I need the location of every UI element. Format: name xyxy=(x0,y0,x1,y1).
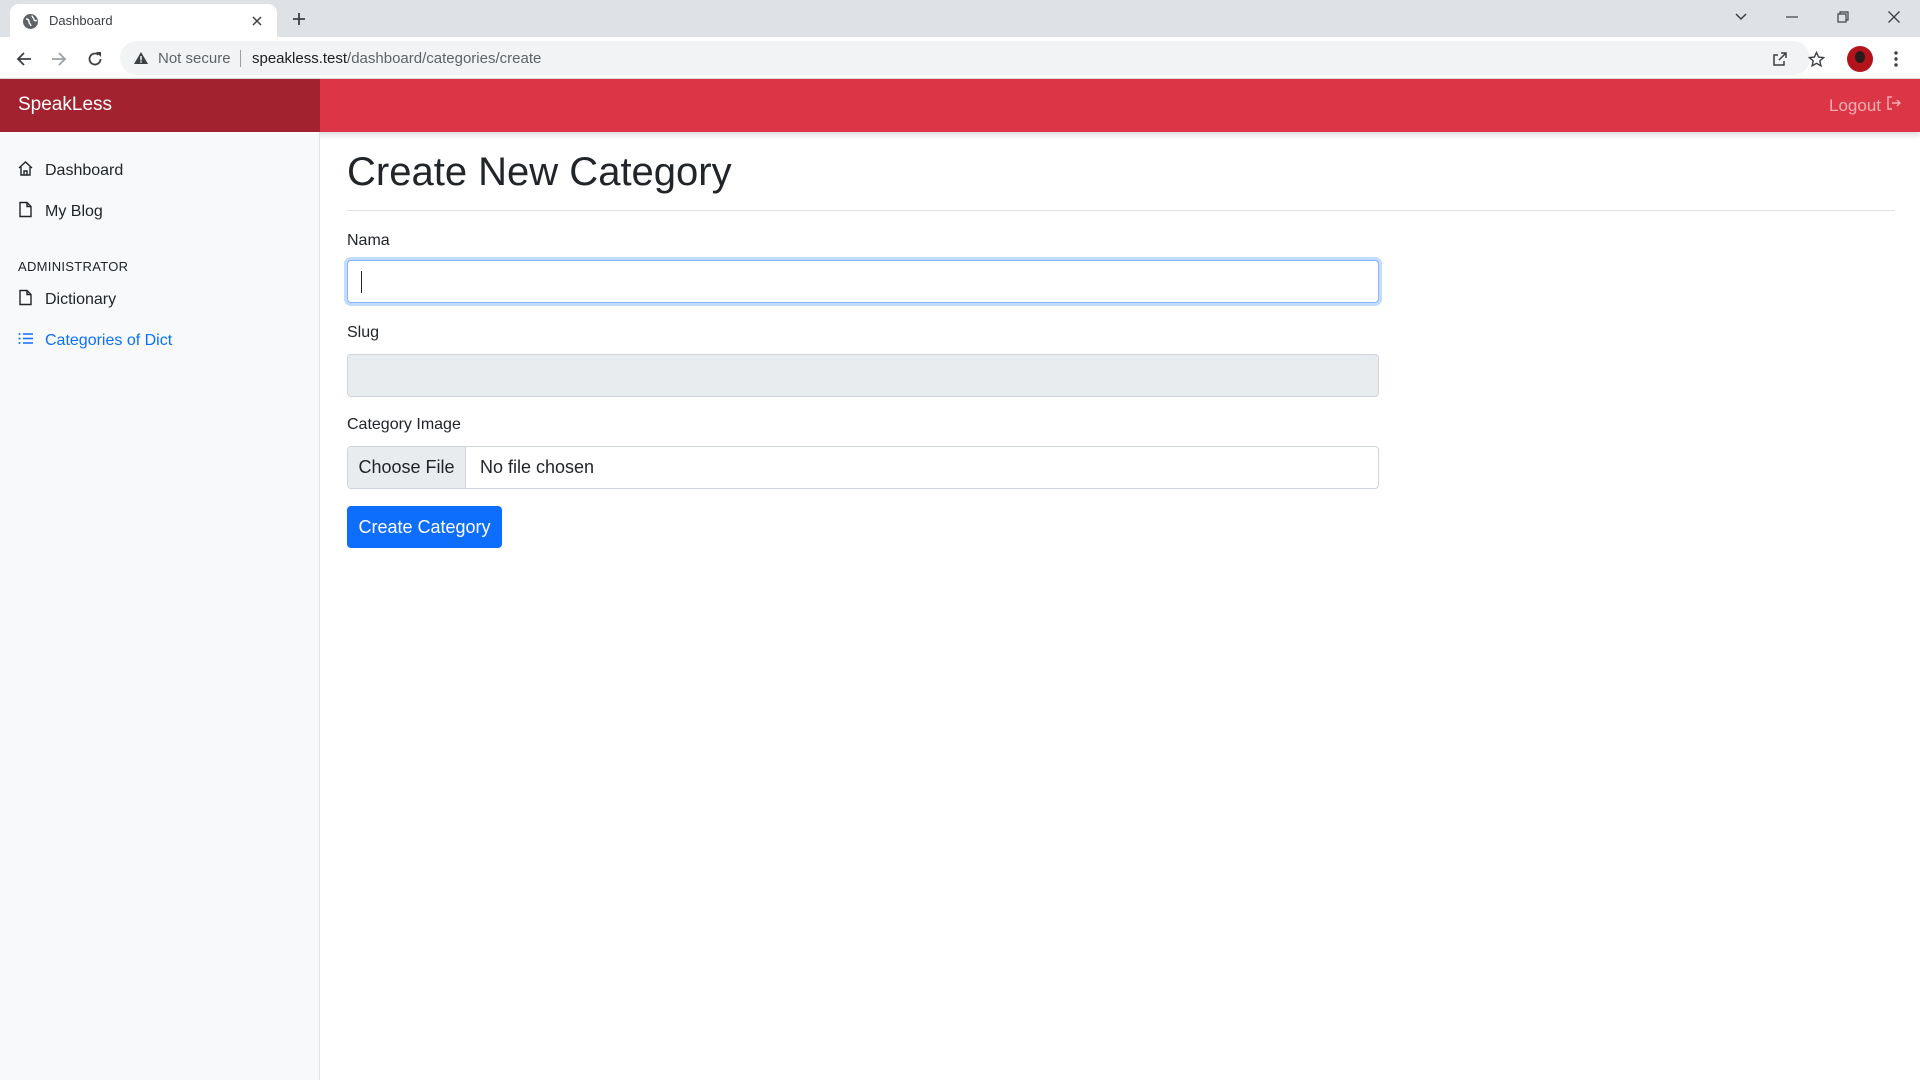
category-image-label: Category Image xyxy=(347,416,461,433)
slug-label: Slug xyxy=(347,324,380,341)
house-icon xyxy=(17,160,34,182)
file-status-text: No file chosen xyxy=(480,457,595,477)
sidebar-item-dictionary[interactable]: Dictionary xyxy=(17,288,116,312)
browser-tab[interactable]: Dashboard xyxy=(10,4,277,37)
file-icon xyxy=(17,201,34,223)
tab-search-icon[interactable] xyxy=(1716,0,1766,34)
sidebar-item-label: Dictionary xyxy=(45,291,117,308)
logout-icon xyxy=(1886,95,1902,116)
avatar-image xyxy=(1847,46,1873,72)
new-tab-icon[interactable] xyxy=(287,7,311,31)
sidebar: Dashboard My Blog ADMINISTRATOR Dictiona… xyxy=(0,132,320,1080)
url-text[interactable]: speakless.test/dashboard/categories/crea… xyxy=(252,50,541,67)
security-status[interactable]: Not secure xyxy=(158,50,231,67)
sidebar-item-categories-of-dict[interactable]: Categories of Dict xyxy=(17,329,172,353)
sidebar-item-label: Dashboard xyxy=(45,162,124,179)
sidebar-item-label: My Blog xyxy=(45,203,103,220)
close-tab-icon[interactable] xyxy=(246,10,268,32)
category-image-file-input[interactable]: Choose File No file chosen xyxy=(347,446,1379,489)
minimize-icon[interactable] xyxy=(1767,0,1817,34)
browser-tabstrip: Dashboard xyxy=(0,0,1920,37)
title-divider xyxy=(347,210,1895,211)
back-icon[interactable] xyxy=(9,44,39,74)
url-path: /dashboard/categories/create xyxy=(347,50,542,67)
tab-title: Dashboard xyxy=(49,13,113,28)
share-icon[interactable] xyxy=(1765,44,1795,74)
app-navbar: SpeakLess Logout xyxy=(0,79,1920,132)
create-category-button[interactable]: Create Category xyxy=(347,506,502,548)
list-icon xyxy=(17,330,34,352)
warning-icon[interactable] xyxy=(133,50,149,66)
profile-avatar[interactable] xyxy=(1845,44,1875,74)
logout-label: Logout xyxy=(1829,95,1881,115)
name-label: Nama xyxy=(347,232,390,249)
logout-button[interactable]: Logout xyxy=(1829,95,1902,116)
bookmark-star-icon[interactable] xyxy=(1801,44,1831,74)
choose-file-button[interactable]: Choose File xyxy=(348,447,466,488)
address-bar[interactable]: Not secure speakless.test/dashboard/cate… xyxy=(120,41,1810,75)
sidebar-item-dashboard[interactable]: Dashboard xyxy=(17,159,123,183)
url-host: speakless.test xyxy=(252,50,348,67)
file-icon xyxy=(17,289,34,311)
browser-toolbar: Not secure speakless.test/dashboard/cate… xyxy=(0,37,1920,79)
slug-input xyxy=(347,354,1379,397)
sidebar-item-my-blog[interactable]: My Blog xyxy=(17,200,103,224)
name-input[interactable] xyxy=(347,260,1379,303)
reload-icon[interactable] xyxy=(80,44,110,74)
page-title: Create New Category xyxy=(347,150,732,194)
sidebar-item-label: Categories of Dict xyxy=(45,332,173,349)
globe-icon xyxy=(22,13,39,30)
browser-menu-icon[interactable] xyxy=(1881,44,1911,74)
omnibox-divider xyxy=(240,50,241,67)
restore-icon[interactable] xyxy=(1818,0,1868,34)
brand-logo[interactable]: SpeakLess xyxy=(0,79,320,132)
text-cursor xyxy=(361,271,362,293)
sidebar-section-heading: ADMINISTRATOR xyxy=(18,259,129,274)
close-window-icon[interactable] xyxy=(1869,0,1919,34)
forward-icon[interactable] xyxy=(44,44,74,74)
